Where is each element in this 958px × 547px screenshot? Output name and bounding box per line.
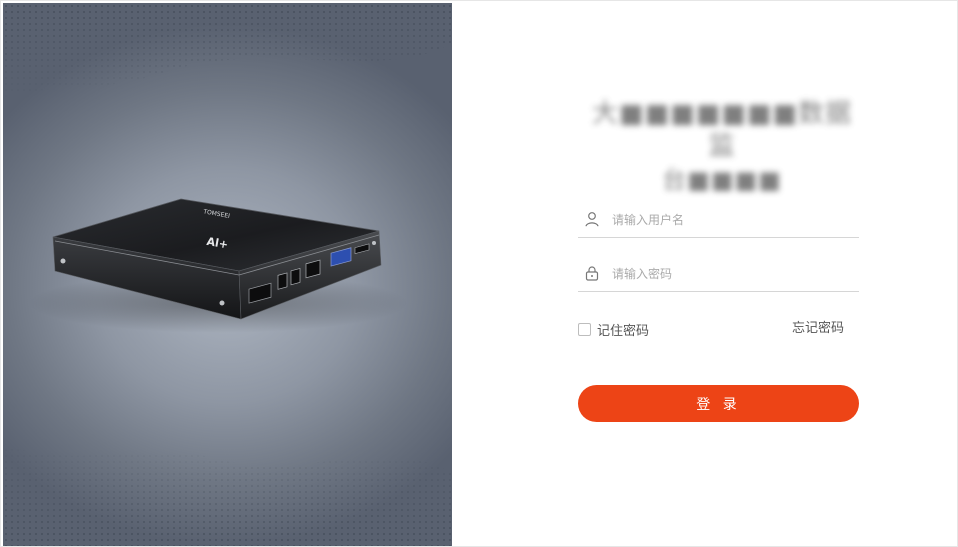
system-title-line1: 大■■■■■■■数据监: [592, 99, 852, 161]
username-field[interactable]: [578, 203, 859, 238]
system-title-line2: 台■■■■: [662, 166, 782, 194]
login-button[interactable]: 登 录: [578, 385, 859, 422]
username-input[interactable]: [612, 209, 852, 231]
remember-label: 记住密码: [597, 323, 650, 339]
system-title: 大■■■■■■■数据监 台■■■■: [582, 98, 862, 196]
password-input[interactable]: [612, 263, 852, 285]
user-icon: [585, 212, 599, 227]
hero-panel: TOMSEEI Al+: [3, 3, 452, 546]
remember-checkbox[interactable]: [578, 322, 591, 336]
mini-pc-device-image: TOMSEEI Al+: [28, 198, 408, 333]
remember-password[interactable]: 记住密码: [578, 320, 650, 339]
lock-icon: [585, 266, 599, 281]
login-page: TOMSEEI Al+ 大■■■■■■■数据监 台■■■■ 请输入用户名 记住密…: [0, 0, 958, 547]
password-field[interactable]: [578, 257, 859, 292]
forgot-password-link[interactable]: 忘记密码: [792, 320, 844, 338]
login-panel: 大■■■■■■■数据监 台■■■■ 记住密码 忘记密码 登 录: [452, 1, 957, 546]
